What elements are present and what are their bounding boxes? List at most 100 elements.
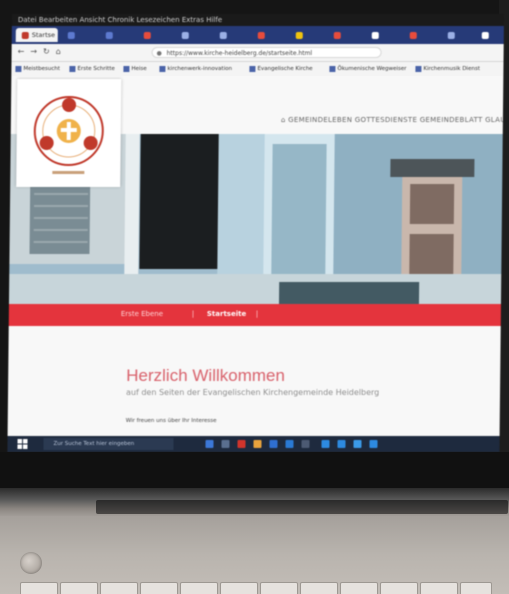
welcome-subtitle: auf den Seiten der Evangelischen Kirchen… [125,388,380,397]
edge-icon[interactable] [221,440,230,448]
tab-label: Startse [31,31,56,39]
bookmark-icon [123,65,130,72]
breadcrumb-home[interactable]: Erste Ebene [121,310,163,318]
keyboard-key[interactable] [140,582,178,594]
tab-favicon [181,31,189,39]
hinge-slot [96,500,508,514]
windows-taskbar: Zur Suche Text hier eingeben [7,436,500,452]
tab[interactable] [100,28,134,42]
back-icon[interactable]: ← [18,47,31,56]
logo-emblem [33,96,104,174]
windows-start-icon[interactable] [17,439,28,449]
app-icon[interactable] [269,440,278,448]
keyboard-key[interactable] [20,582,58,594]
app-icon[interactable] [301,440,310,448]
tab-favicon [447,31,455,39]
breadcrumb-separator: | [191,310,195,318]
forward-icon[interactable]: → [30,47,43,56]
church-logo[interactable] [16,79,122,187]
keyboard-key[interactable] [380,582,418,594]
bookmark[interactable]: Meistbesucht [15,64,60,74]
website: ⌂ GEMEINDELEBEN GOTTESDIENSTE GEMEINDEBL… [7,76,504,436]
keyboard-key[interactable] [340,582,378,594]
address-bar: ←→↻⌂ ● https://www.kirche-heidelberg.de/… [11,44,504,62]
tab-favicon [257,31,265,39]
keyboard-key[interactable] [300,582,338,594]
tab-favicon [105,31,113,39]
reload-icon[interactable]: ↻ [43,47,56,56]
bookmark[interactable]: Kirchenmusik Dienst [415,64,480,74]
app-icon[interactable] [285,440,294,448]
bookmark[interactable]: kirchenwerk-innovation [159,64,232,74]
tab-favicon [333,31,341,39]
bookmark-label: kirchenwerk-innovation [167,66,233,72]
breadcrumb-separator: | [255,310,259,318]
folder-icon[interactable] [253,440,262,448]
search-placeholder: Zur Suche Text hier eingeben [53,441,135,447]
home-icon[interactable]: ⌂ [56,47,67,56]
intro-text: Wir freuen uns über Ihr Interesse [125,418,217,424]
bookmark-icon [415,65,422,72]
bookmark-label: Evangelische Kirche [257,66,313,72]
bookmark-label: Erste Schritte [77,66,115,72]
bookmark-label: Meistbesucht [23,66,61,72]
tab-favicon [67,31,75,39]
lock-icon: ● [156,50,162,57]
tab[interactable] [442,28,472,42]
keyboard-key[interactable] [260,582,298,594]
url-field[interactable]: ● https://www.kirche-heidelberg.de/start… [151,47,382,58]
url-text: https://www.kirche-heidelberg.de/startse… [166,50,313,57]
bookmark-label: Kirchenmusik Dienst [423,66,480,72]
tab-favicon [295,31,303,39]
tab[interactable] [176,28,210,42]
tab[interactable] [138,28,172,42]
bookmark-icon [329,65,336,72]
bookmark[interactable]: Erste Schritte [69,64,115,74]
keyboard-key[interactable] [180,582,218,594]
app-icon[interactable] [337,440,346,448]
tab-active[interactable]: Startse [15,28,58,42]
bookmark[interactable]: Heise [123,64,147,74]
tab-strip: Startse [11,26,504,44]
app-icon[interactable] [353,440,362,448]
app-icon[interactable] [237,440,246,448]
taskbar-search[interactable]: Zur Suche Text hier eingeben [43,438,174,450]
site-navigation[interactable]: ⌂ GEMEINDELEBEN GOTTESDIENSTE GEMEINDEBL… [281,116,504,124]
welcome-heading: Herzlich Willkommen [126,366,286,385]
keyboard-key[interactable] [420,582,458,594]
power-button-icon[interactable] [20,552,42,574]
breadcrumb-bar: Erste Ebene | Startseite | [8,304,501,326]
tab[interactable] [404,28,438,42]
bookmark-icon [249,65,256,72]
bookmark-icon [159,65,166,72]
tab-favicon [481,31,489,39]
laptop-photo: Datei Bearbeiten Ansicht Chronik Lesezei… [0,0,509,594]
bookmark[interactable]: Evangelische Kirche [249,64,313,74]
tab-favicon [371,31,379,39]
nav-buttons[interactable]: ←→↻⌂ [18,47,67,56]
keyboard-key[interactable] [60,582,98,594]
keyboard-key[interactable] [100,582,138,594]
tab[interactable] [62,28,96,42]
bookmark[interactable]: Ökumenische Wegweiser [329,64,406,74]
tab[interactable] [252,28,286,42]
app-icon[interactable] [369,440,378,448]
tab-favicon [21,31,29,39]
tab-favicon [219,31,227,39]
menu-bar: Datei Bearbeiten Ansicht Chronik Lesezei… [11,14,504,26]
bookmark-icon [69,65,76,72]
tab[interactable] [476,28,502,42]
tab-favicon [143,31,151,39]
taskview-icon[interactable] [205,440,214,448]
breadcrumb-current: Startseite [206,310,247,318]
tab[interactable] [290,28,324,42]
app-icon[interactable] [321,440,330,448]
bookmarks-bar: Meistbesucht Erste Schritte Heise kirche… [11,62,504,77]
tab[interactable] [214,28,248,42]
keyboard-key[interactable] [220,582,258,594]
keyboard-key[interactable] [460,582,492,594]
tab-favicon [409,31,417,39]
site-nav-links[interactable]: GEMEINDELEBEN GOTTESDIENSTE GEMEINDEBLAT… [288,116,504,124]
tab[interactable] [366,28,400,42]
tab[interactable] [328,28,362,42]
